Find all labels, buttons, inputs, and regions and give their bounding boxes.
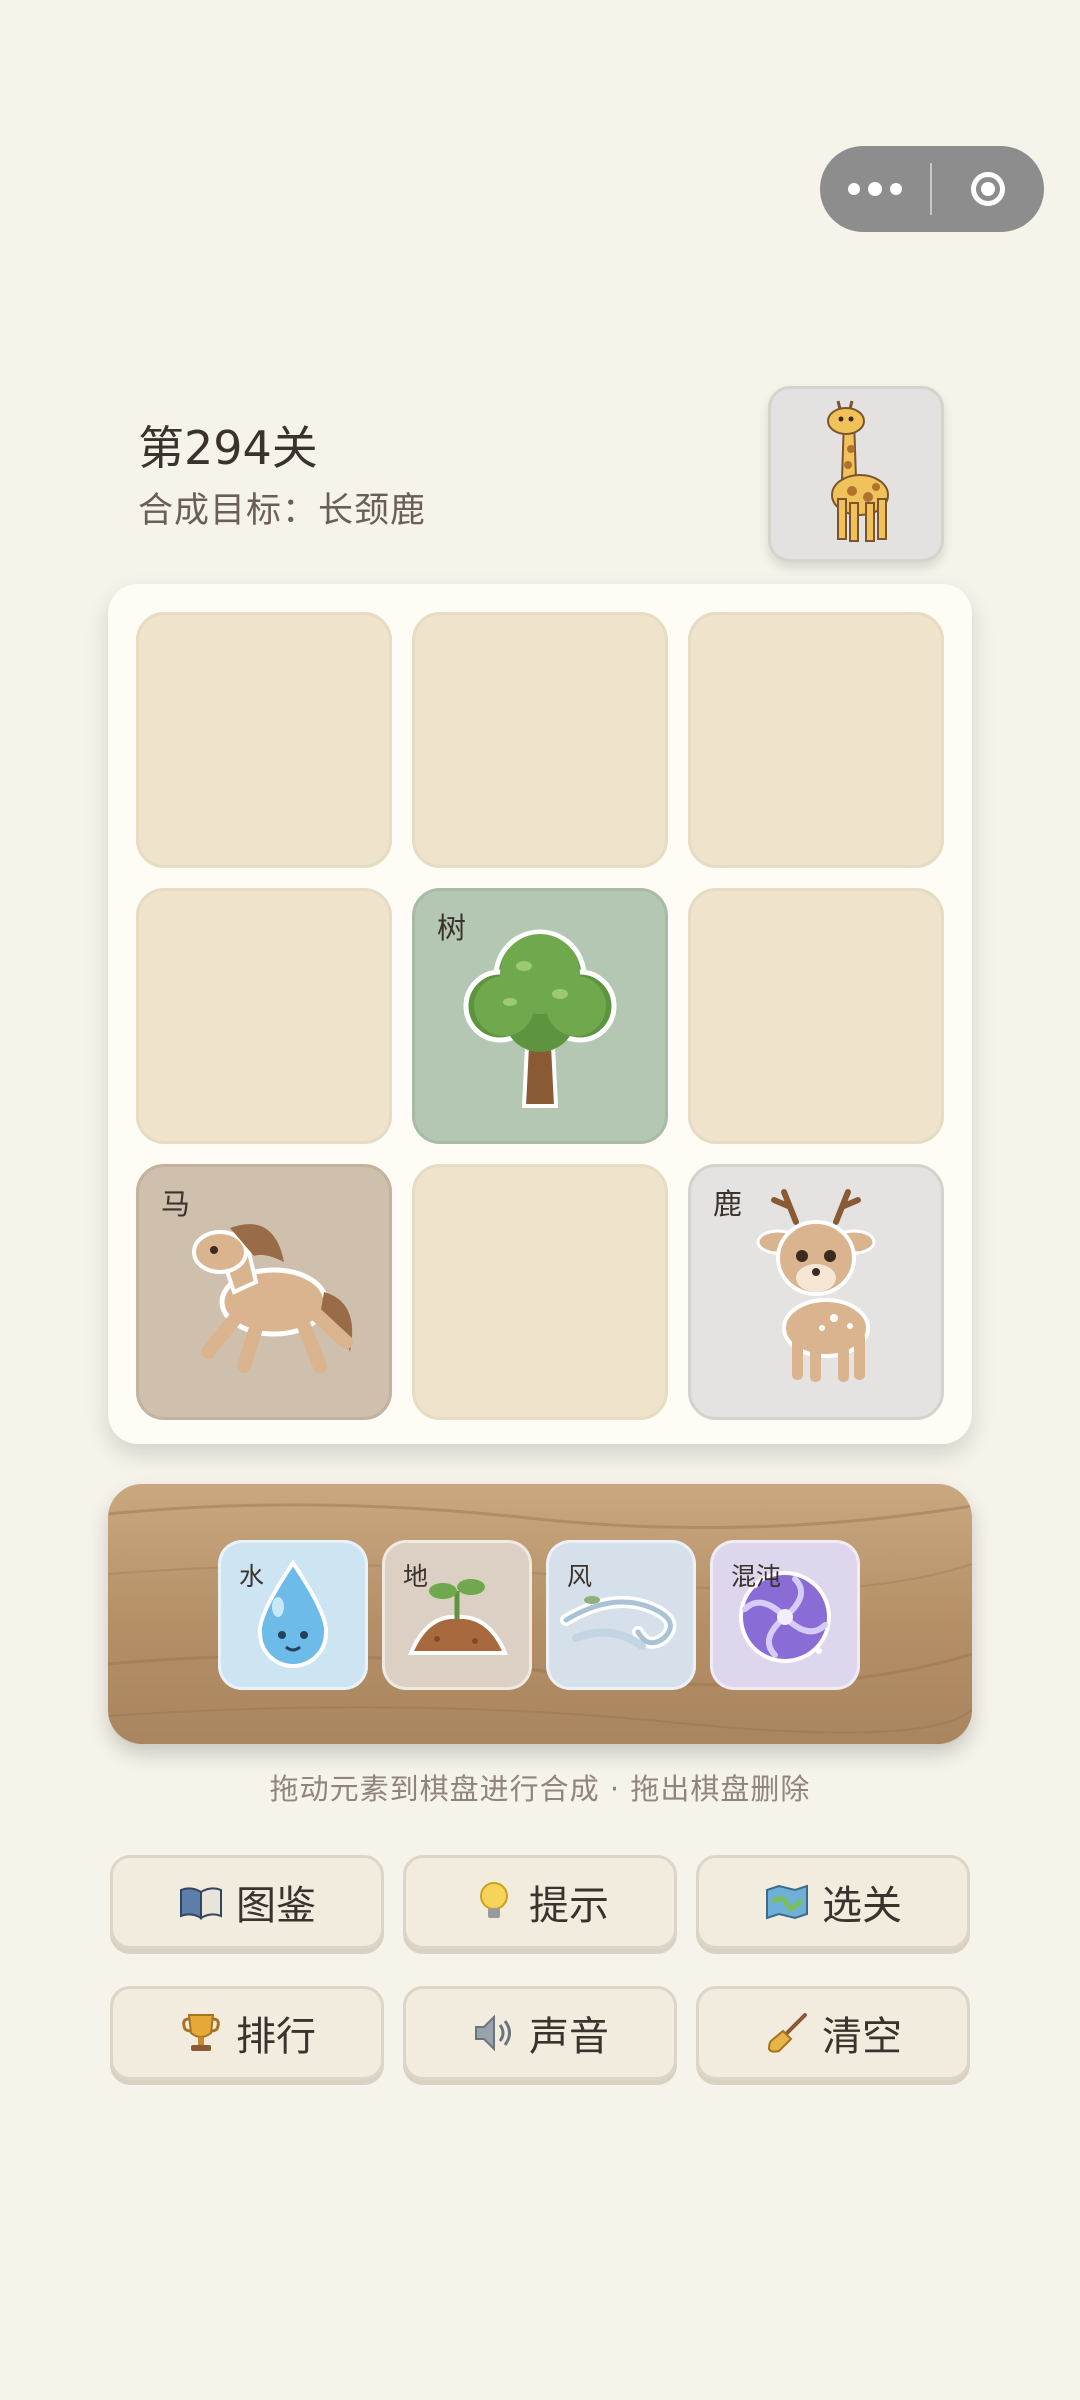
element-chaos[interactable]: 混沌 [710,1540,860,1690]
broom-icon [764,2010,810,2056]
goal-label: 合成目标： [138,491,319,531]
cell-label: 马 [161,1187,191,1221]
sound-label: 声音 [529,2014,609,2060]
board-cell-6[interactable] [688,888,944,1144]
synthesis-board: 树 马 鹿 [108,584,972,1444]
element-label: 混沌 [731,1562,782,1591]
element-label: 地 [403,1562,429,1591]
cell-label: 树 [437,911,467,945]
ranking-label: 排行 [236,2014,316,2060]
instruction-text: 拖动元素到棋盘进行合成 · 拖出棋盘删除 [269,1772,811,1806]
element-water[interactable]: 水 [218,1540,368,1690]
hint-button[interactable]: 提示 [403,1855,677,1949]
cell-label: 鹿 [713,1187,743,1221]
clear-button[interactable]: 清空 [696,1986,970,2080]
element-label: 水 [239,1562,265,1591]
board-cell-3[interactable] [688,612,944,868]
giraffe-icon [827,400,889,542]
hint-label: 提示 [529,1883,609,1929]
catalog-label: 图鉴 [236,1883,316,1929]
element-wind[interactable]: 风 [546,1540,696,1690]
map-icon [764,1879,810,1925]
level-title: 第294关 [138,421,318,475]
board-cell-deer[interactable]: 鹿 [688,1164,944,1420]
trophy-icon [178,2010,224,2056]
catalog-button[interactable]: 图鉴 [110,1855,384,1949]
target-circle-icon[interactable] [932,146,1044,232]
clear-label: 清空 [822,2014,902,2060]
miniprogram-capsule [820,146,1044,232]
ranking-button[interactable]: 排行 [110,1986,384,2080]
element-tray: 水 地 风 混沌 [108,1484,972,1744]
book-icon [178,1879,224,1925]
goal-tile[interactable] [768,386,944,562]
element-earth[interactable]: 地 [382,1540,532,1690]
element-label: 风 [567,1562,593,1591]
goal-text: 合成目标：长颈鹿 [138,482,426,533]
more-dots-icon[interactable] [820,146,930,232]
board-cell-horse[interactable]: 马 [136,1164,392,1420]
sound-button[interactable]: 声音 [403,1986,677,2080]
bulb-icon [471,1879,517,1925]
board-cell-8[interactable] [412,1164,668,1420]
board-cell-1[interactable] [136,612,392,868]
level-select-label: 选关 [822,1883,902,1929]
board-cell-4[interactable] [136,888,392,1144]
speaker-icon [471,2010,517,2056]
board-cell-2[interactable] [412,612,668,868]
goal-name: 长颈鹿 [318,491,427,531]
board-cell-tree[interactable]: 树 [412,888,668,1144]
level-select-button[interactable]: 选关 [696,1855,970,1949]
